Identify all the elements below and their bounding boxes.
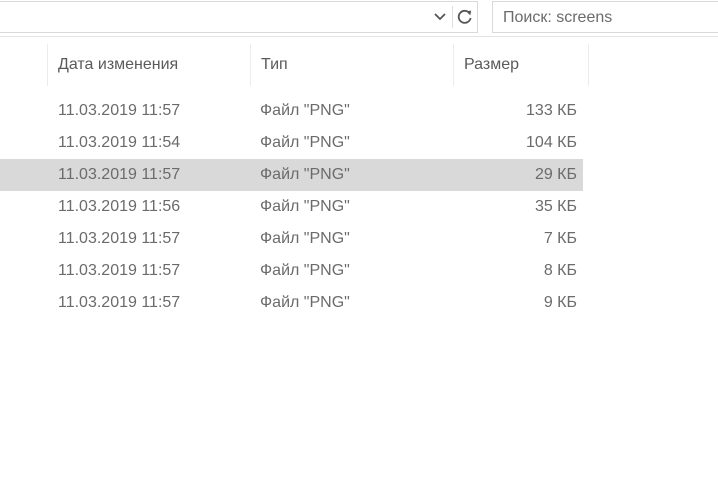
address-bar[interactable] (0, 1, 478, 33)
address-toolbar (0, 0, 718, 37)
column-header-type[interactable]: Тип (251, 44, 453, 86)
column-header-date-label: Дата изменения (58, 56, 179, 73)
file-type: Файл "PNG" (260, 166, 350, 183)
file-type: Файл "PNG" (260, 198, 350, 215)
column-divider[interactable] (588, 44, 589, 86)
file-size: 29 КБ (534, 166, 577, 183)
refresh-icon (457, 9, 472, 24)
column-header-size-label: Размер (464, 56, 519, 73)
file-date: 11.03.2019 11:57 (58, 230, 181, 247)
file-type: Файл "PNG" (260, 294, 350, 311)
file-date: 11.03.2019 11:57 (58, 294, 181, 311)
file-type: Файл "PNG" (260, 134, 350, 151)
column-header-size[interactable]: Размер (454, 44, 588, 86)
column-header-date[interactable]: Дата изменения (48, 44, 250, 86)
column-header-row: Дата изменения Тип Размер (0, 44, 600, 86)
file-size: 8 КБ (543, 262, 577, 279)
file-date: 11.03.2019 11:56 (58, 198, 181, 215)
address-history-button[interactable] (429, 2, 451, 32)
file-size: 104 КБ (526, 134, 577, 151)
file-row[interactable]: 11.03.2019 11:57 Файл "PNG" 8 КБ (0, 255, 583, 287)
file-row[interactable]: 11.03.2019 11:57 Файл "PNG" 133 КБ (0, 95, 583, 127)
file-type: Файл "PNG" (260, 262, 350, 279)
file-row[interactable]: 11.03.2019 11:57 Файл "PNG" 7 КБ (0, 223, 583, 255)
file-size: 7 КБ (543, 230, 577, 247)
file-date: 11.03.2019 11:57 (58, 262, 181, 279)
file-date: 11.03.2019 11:57 (58, 166, 181, 183)
refresh-button[interactable] (453, 2, 477, 32)
file-type: Файл "PNG" (260, 102, 350, 119)
file-date: 11.03.2019 11:54 (58, 134, 181, 151)
file-date: 11.03.2019 11:57 (58, 102, 181, 119)
column-header-type-label: Тип (261, 56, 288, 73)
file-row[interactable]: 11.03.2019 11:57 Файл "PNG" 9 КБ (0, 287, 583, 319)
file-row-selected[interactable]: 11.03.2019 11:57 Файл "PNG" 29 КБ (0, 159, 583, 191)
search-input[interactable] (503, 8, 713, 28)
file-type: Файл "PNG" (260, 230, 350, 247)
chevron-down-icon (434, 13, 446, 21)
file-row[interactable]: 11.03.2019 11:54 Файл "PNG" 104 КБ (0, 127, 583, 159)
search-box[interactable] (492, 1, 718, 33)
file-size: 133 КБ (526, 102, 577, 119)
file-row[interactable]: 11.03.2019 11:56 Файл "PNG" 35 КБ (0, 191, 583, 223)
file-size: 9 КБ (543, 294, 577, 311)
file-size: 35 КБ (534, 198, 577, 215)
